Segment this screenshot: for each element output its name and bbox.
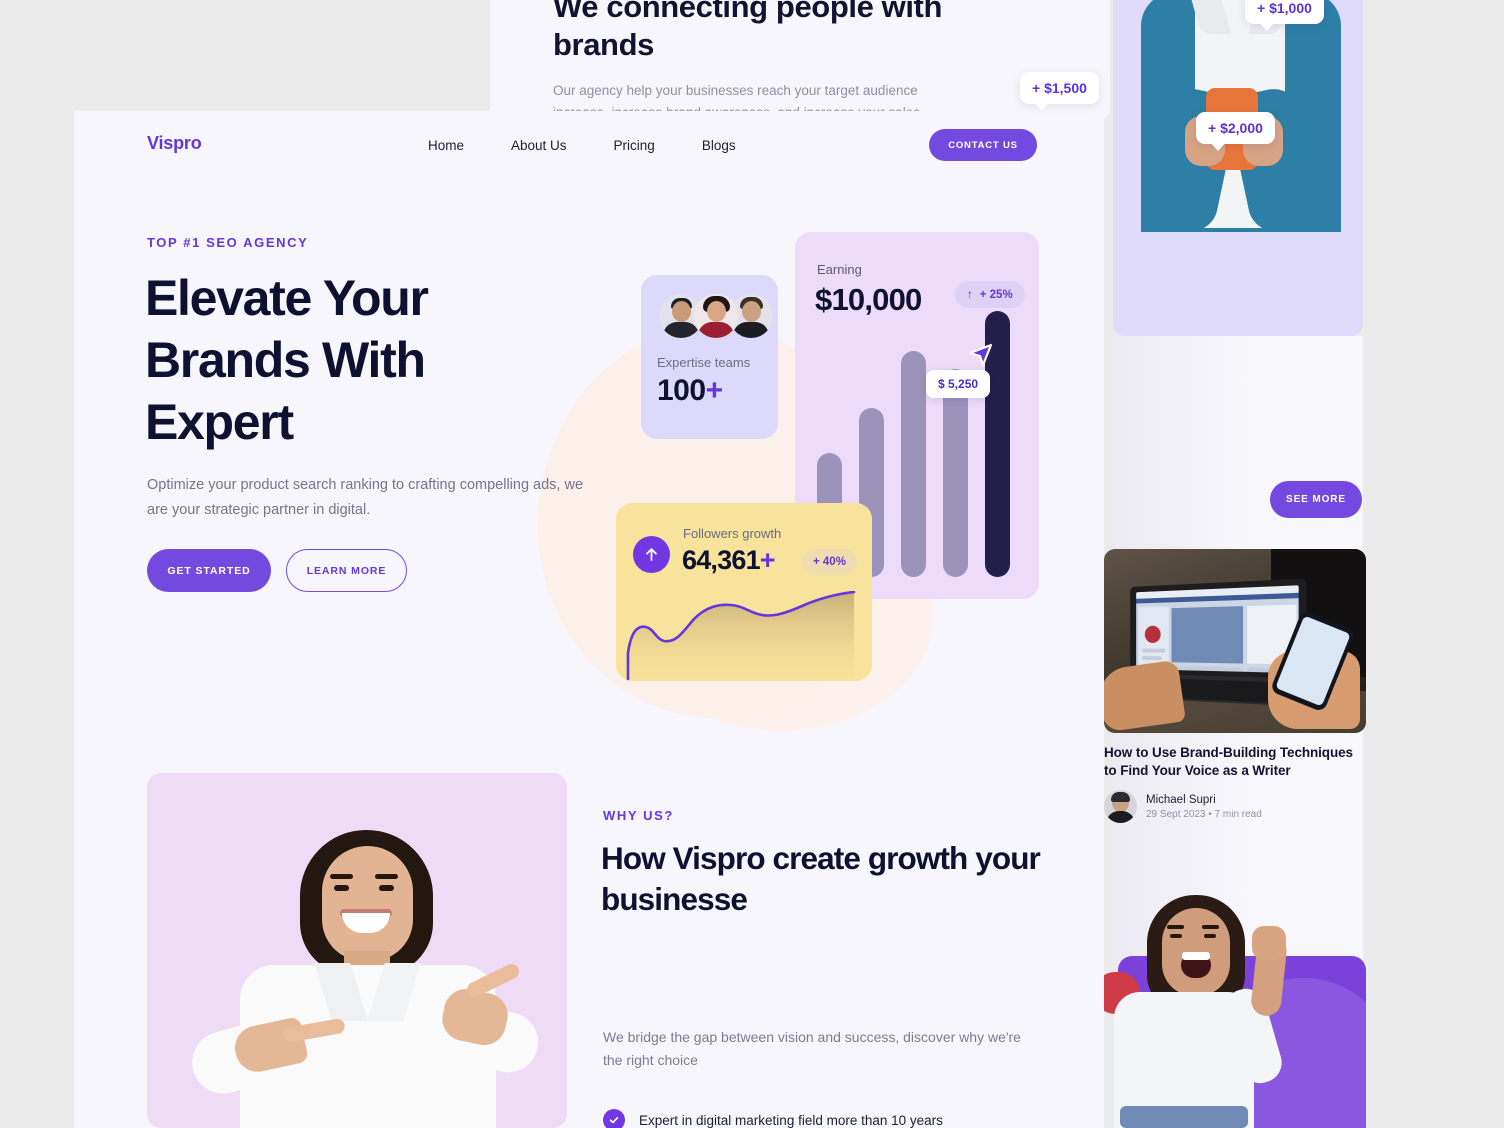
bar-4: [943, 369, 968, 577]
list-item-label: Expert in digital marketing field more t…: [639, 1112, 943, 1128]
why-us-image: [147, 773, 567, 1128]
chart-tooltip: $ 5,250: [926, 370, 991, 398]
earning-growth-badge: ↑ + 25%: [955, 281, 1025, 308]
price-bubble-2000: + $2,000: [1196, 112, 1275, 151]
nav-item-about-us[interactable]: About Us: [511, 138, 567, 153]
price-bubble-1000: + $1,000: [1245, 0, 1324, 31]
why-us-heading: How Vispro create growth your businesse: [601, 840, 1041, 918]
followers-value: 64,361+: [682, 545, 776, 575]
followers-label: Followers growth: [683, 526, 782, 541]
blog-thumbnail-image: [1104, 549, 1366, 733]
arrow-up-circle-icon: [633, 536, 670, 573]
teams-label: Expertise teams: [657, 355, 751, 370]
learn-more-button[interactable]: LEARN MORE: [286, 549, 407, 592]
expertise-teams-card: Expertise teams 100+: [641, 275, 778, 439]
why-us-paragraph: We bridge the gap between vision and suc…: [603, 1029, 1021, 1068]
contact-us-button[interactable]: CONTACT US: [929, 129, 1037, 161]
background-bottom-photo: [1104, 860, 1366, 1128]
earning-label: Earning: [817, 262, 862, 277]
woman-with-phone-illustration: [1121, 0, 1356, 336]
blog-title: How to Use Brand-Building Techniques to …: [1104, 745, 1353, 778]
hero-eyebrow: TOP #1 SEO AGENCY: [147, 235, 309, 250]
nav-links: Home About Us Pricing Blogs: [428, 138, 736, 153]
why-us-eyebrow: WHY US?: [603, 808, 674, 823]
blog-meta: Michael Supri 29 Sept 2023 • 7 min read: [1104, 790, 1366, 824]
why-us-list: Expert in digital marketing field more t…: [603, 1101, 1063, 1128]
followers-growth-card: Followers growth 64,361+ + 40%: [616, 503, 872, 681]
get-started-button[interactable]: GET STARTED: [147, 549, 271, 592]
navbar: Vispro Home About Us Pricing Blogs CONTA…: [74, 111, 1104, 179]
nav-item-pricing[interactable]: Pricing: [614, 138, 655, 153]
see-more-button[interactable]: SEE MORE: [1270, 481, 1362, 518]
followers-growth-badge: + 40%: [802, 549, 857, 574]
nav-item-home[interactable]: Home: [428, 138, 464, 153]
hero-paragraph: Optimize your product search ranking to …: [147, 477, 584, 518]
blog-author-name: Michael Supri: [1146, 793, 1216, 806]
team-avatars: [659, 294, 773, 338]
main-landing-panel: Vispro Home About Us Pricing Blogs CONTA…: [74, 111, 1104, 1128]
hero-button-row: GET STARTED LEARN MORE: [147, 549, 407, 592]
followers-area-chart: [626, 591, 856, 681]
earning-badge-text: + 25%: [979, 288, 1013, 301]
arrow-up-icon: ↑: [967, 288, 973, 301]
author-avatar: [1104, 790, 1137, 824]
blog-card[interactable]: How to Use Brand-Building Techniques to …: [1104, 549, 1366, 824]
price-bubble-1500: + $1,500: [1020, 72, 1099, 111]
cursor-icon: [968, 342, 994, 373]
nav-item-blogs[interactable]: Blogs: [702, 138, 736, 153]
blog-date-readtime: 29 Sept 2023 • 7 min read: [1146, 808, 1262, 820]
logo[interactable]: Vispro: [147, 133, 202, 154]
avatar: [694, 294, 738, 338]
list-item: Expert in digital marketing field more t…: [603, 1101, 1063, 1128]
check-icon: [603, 1109, 625, 1128]
hero-heading: Elevate Your Brands With Expert: [145, 270, 429, 450]
background-top-title: We connecting people with brands: [553, 0, 943, 62]
teams-value: 100+: [657, 374, 723, 407]
bar-3: [901, 351, 926, 577]
background-hero-photo: [1113, 0, 1363, 336]
